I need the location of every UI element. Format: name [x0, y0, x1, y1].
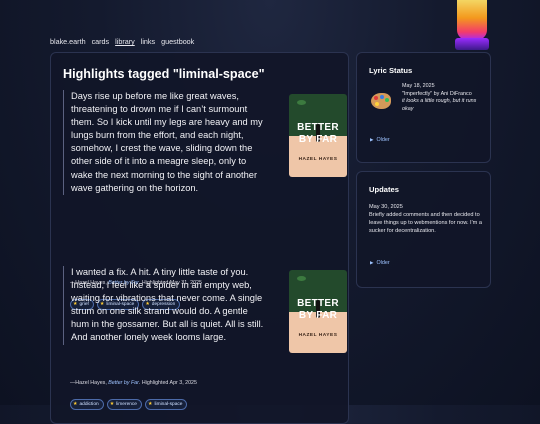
lyric-status-panel: Lyric Status May 18, 2025 "Imperfectly" … [356, 52, 491, 163]
cover-title-line2: BY FAR [298, 134, 338, 145]
highlight-quote: Days rise up before me like great waves,… [63, 90, 266, 195]
cover-author: HAZEL HAYES [298, 157, 338, 162]
lava-lamp-decoration [455, 0, 489, 50]
nav-cards[interactable]: cards [92, 37, 110, 46]
star-icon: ★ [73, 401, 78, 407]
older-label: Older [376, 260, 390, 266]
tag-chip[interactable]: ★ liminal-space [144, 398, 188, 410]
updates-older-toggle[interactable]: ▶ Older [370, 260, 390, 266]
citation-book-link[interactable]: Better by Far [108, 380, 139, 386]
book-cover[interactable]: BETTER BY FAR HAZEL HAYES [289, 270, 347, 353]
highlights-panel: Highlights tagged "liminal-space" Days r… [50, 52, 349, 424]
update-text: Briefly added comments and then decided … [369, 212, 483, 234]
nav-library[interactable]: library [115, 37, 135, 46]
highlight-citation: —Hazel Hayes, Better by Far. Highlighted… [70, 380, 197, 386]
palette-icon [371, 93, 391, 109]
leaf-icon [297, 276, 306, 281]
star-icon: ★ [109, 401, 115, 407]
update-entry: May 30, 2025 Briefly added comments and … [369, 203, 483, 235]
lamp-glow [457, 0, 487, 40]
older-label: Older [376, 137, 390, 143]
lyric-status-title: Lyric Status [369, 66, 413, 75]
lyric-older-toggle[interactable]: ▶ Older [370, 137, 390, 143]
nav-guestbook[interactable]: guestbook [161, 37, 194, 46]
page-title: Highlights tagged "liminal-space" [63, 67, 265, 81]
triangle-right-icon: ▶ [370, 137, 374, 142]
cover-author: HAZEL HAYES [298, 333, 338, 338]
nav-links[interactable]: links [141, 37, 155, 46]
citation-author: —Hazel Hayes, [70, 380, 107, 386]
leaf-icon [297, 100, 306, 105]
updates-title: Updates [369, 185, 399, 194]
lamp-base [455, 38, 489, 50]
tag-chip[interactable]: ★ addiction [70, 398, 104, 410]
cover-title-line2: BY FAR [298, 310, 338, 321]
tag-chip[interactable]: ★ limerence [106, 398, 142, 410]
lyric-date: May 18, 2025 [402, 83, 435, 89]
site-nav: blake.earth cards library links guestboo… [50, 37, 198, 46]
nav-home[interactable]: blake.earth [50, 37, 86, 46]
citation-date: . Highlighted Apr 3, 2025 [138, 380, 197, 386]
lyric-status-entry: May 18, 2025 "Imperfectly" by Ani DiFran… [402, 83, 486, 113]
lyric-text: it looks a little rough, but it runs oka… [402, 98, 477, 112]
update-date: May 30, 2025 [369, 204, 403, 210]
book-cover[interactable]: BETTER BY FAR HAZEL HAYES [289, 94, 347, 177]
star-icon: ★ [147, 401, 153, 407]
triangle-right-icon: ▶ [370, 260, 374, 265]
tag-list: ★ addiction ★ limerence ★ liminal-space [70, 392, 190, 410]
highlight-quote: I wanted a fix. A hit. A tiny little tas… [63, 266, 266, 345]
updates-panel: Updates May 30, 2025 Briefly added comme… [356, 171, 491, 288]
lyric-song: "Imperfectly" by Ani DiFranco [402, 90, 472, 97]
